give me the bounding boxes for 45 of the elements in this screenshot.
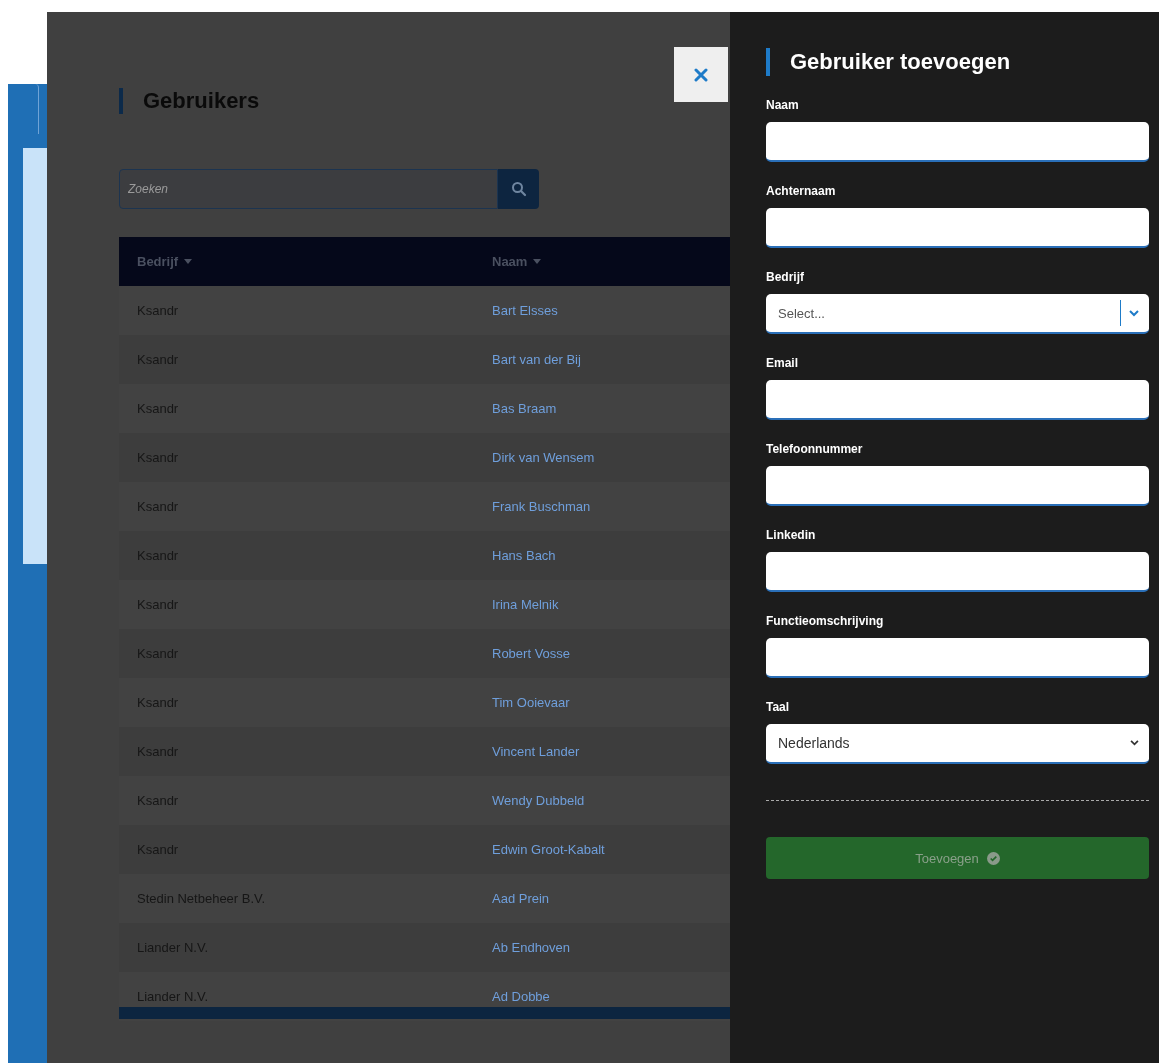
chevron-down-icon <box>1130 740 1139 746</box>
company-select[interactable]: Select... <box>766 294 1149 334</box>
field-label: Achternaam <box>766 184 837 198</box>
input-field[interactable] <box>766 208 1149 248</box>
user-name-link[interactable]: Ad Dobbe <box>492 989 550 1004</box>
user-name-link[interactable]: Dirk van Wensem <box>492 450 595 465</box>
column-header[interactable]: Naam <box>474 254 542 269</box>
field-label: Linkedin <box>766 528 817 542</box>
user-name-link[interactable]: Bart Elsses <box>492 303 558 318</box>
close-button[interactable] <box>674 47 728 102</box>
user-name-link[interactable]: Wendy Dubbeld <box>492 793 585 808</box>
user-name-link[interactable]: Robert Vosse <box>492 646 571 661</box>
user-name-link[interactable]: Hans Bach <box>492 548 556 563</box>
add-button[interactable]: Toevoegen <box>766 837 1149 879</box>
input-field[interactable] <box>766 466 1149 506</box>
user-name-link[interactable]: Vincent Lander <box>492 744 580 759</box>
language-select[interactable]: Nederlands <box>766 724 1149 764</box>
input-field[interactable] <box>766 638 1149 678</box>
user-name-link[interactable]: Bart van der Bij <box>492 352 581 367</box>
input-field[interactable] <box>766 122 1149 162</box>
column-header[interactable]: Bedrijf <box>119 254 474 269</box>
field-label: Bedrijf <box>766 270 805 284</box>
chevron-down-icon <box>1129 309 1139 317</box>
user-name-link[interactable]: Tim Ooievaar <box>492 695 570 710</box>
search-button[interactable] <box>498 169 539 209</box>
sort-caret-icon <box>533 259 542 264</box>
user-name-link[interactable]: Edwin Groot-Kabalt <box>492 842 605 857</box>
user-name-link[interactable]: Aad Prein <box>492 891 550 906</box>
user-name-link[interactable]: Frank Buschman <box>492 499 591 514</box>
search-icon <box>510 181 527 197</box>
field-label: Naam <box>766 98 800 112</box>
user-name-link[interactable]: Ab Endhoven <box>492 940 571 955</box>
input-field[interactable] <box>766 552 1149 592</box>
field-label: Taal <box>766 700 791 714</box>
field-label: Functieomschrijving <box>766 614 885 628</box>
user-name-link[interactable]: Irina Melnik <box>492 597 559 612</box>
input-field[interactable] <box>766 380 1149 420</box>
field-label: Telefoonnummer <box>766 442 864 456</box>
drawer-title: Gebruiker toevoegen <box>766 48 1011 76</box>
search-field[interactable]: Zoeken <box>119 169 498 209</box>
sort-caret-icon <box>184 259 193 264</box>
user-name-link[interactable]: Bas Braam <box>492 401 557 416</box>
check-circle-icon <box>986 851 1000 865</box>
close-icon <box>694 67 708 82</box>
field-label: Email <box>766 356 799 370</box>
